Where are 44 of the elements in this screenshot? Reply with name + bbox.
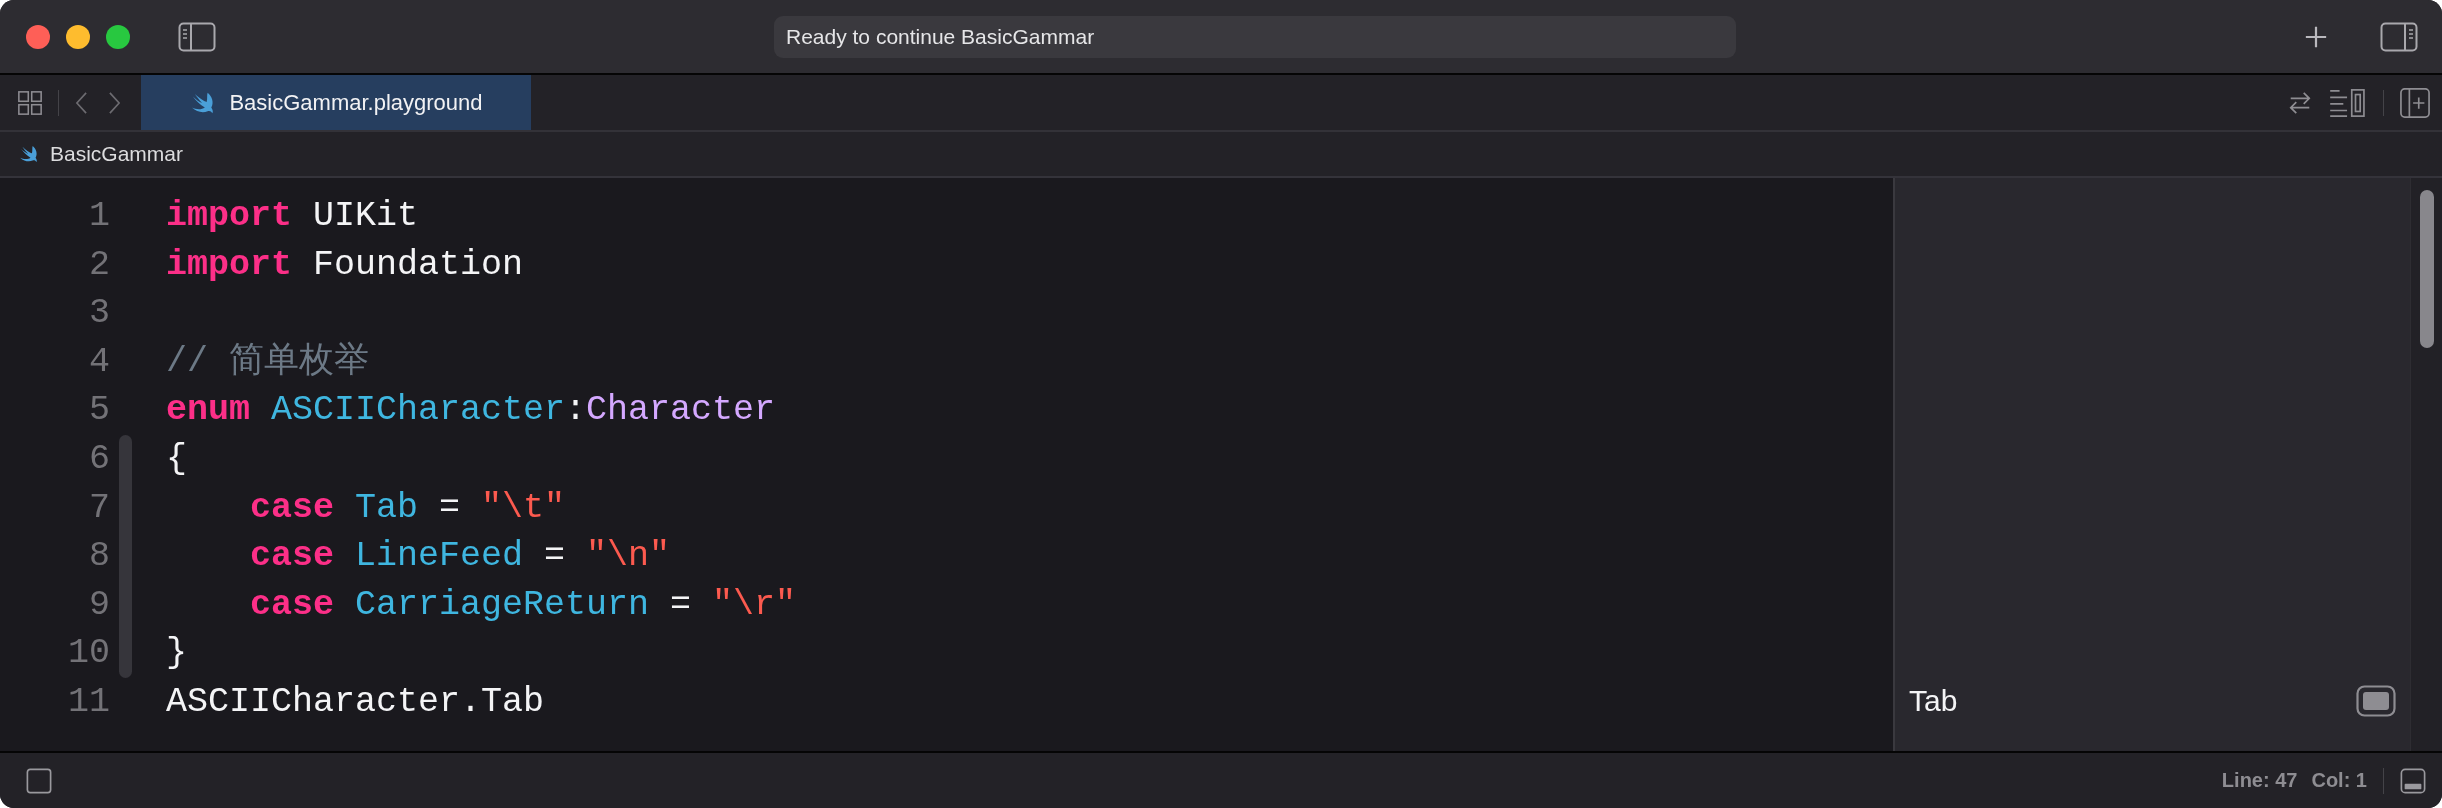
code-line: enum ASCIICharacter:Character [166, 389, 776, 433]
code-line: // 简单枚举 [166, 340, 369, 384]
line-number: 5 [88, 389, 110, 433]
column-indicator: Col: 1 [2311, 769, 2367, 792]
line-number: 8 [88, 535, 110, 579]
back-icon[interactable] [75, 90, 88, 115]
line-number: 10 [67, 632, 110, 676]
inspector-toggle-icon[interactable] [2380, 21, 2418, 52]
editor-options-icon[interactable] [2329, 87, 2367, 118]
line-number: 2 [88, 243, 110, 287]
debug-area-toggle-icon[interactable] [26, 767, 52, 794]
activity-status-field: Ready to continue BasicGammar [774, 15, 1736, 58]
line-number: 1 [88, 195, 110, 238]
code-line: case CarriageReturn = "\r" [249, 583, 797, 627]
code-line: { [166, 437, 187, 481]
line-number: 6 [88, 437, 110, 481]
add-icon[interactable] [2304, 24, 2328, 49]
zoom-button[interactable] [106, 24, 130, 49]
line-number: 7 [88, 486, 110, 530]
code-line: import Foundation [166, 243, 524, 287]
grid-icon[interactable] [18, 90, 42, 115]
code-line: case Tab = "\t" [249, 486, 566, 530]
line-number: 11 [67, 680, 110, 724]
minimize-button[interactable] [66, 24, 90, 49]
line-number: 9 [88, 583, 110, 627]
close-button[interactable] [26, 24, 50, 49]
code-line: import UIKit [166, 195, 419, 238]
result-value: Tab [1909, 684, 1958, 718]
code-line: case LineFeed = "\n" [249, 535, 671, 579]
bottom-panel-icon[interactable] [2400, 767, 2426, 794]
sidebar-toggle-icon[interactable] [178, 21, 216, 52]
swift-icon [18, 144, 40, 164]
line-number-indicator: Line: 47 [2221, 769, 2298, 792]
forward-icon[interactable] [108, 90, 121, 115]
line-number: 3 [88, 292, 110, 336]
add-editor-icon[interactable] [2400, 87, 2430, 118]
code-line: ASCIICharacter.Tab [166, 680, 545, 724]
scrollbar-thumb[interactable] [2419, 190, 2434, 348]
line-number: 4 [88, 340, 110, 384]
swap-arrows-icon[interactable] [2287, 89, 2313, 116]
show-result-icon[interactable] [2356, 685, 2396, 717]
code-line: } [166, 632, 187, 676]
editor-tab[interactable]: BasicGammar.playground [141, 75, 531, 130]
breadcrumb-item[interactable]: BasicGammar [50, 142, 184, 166]
